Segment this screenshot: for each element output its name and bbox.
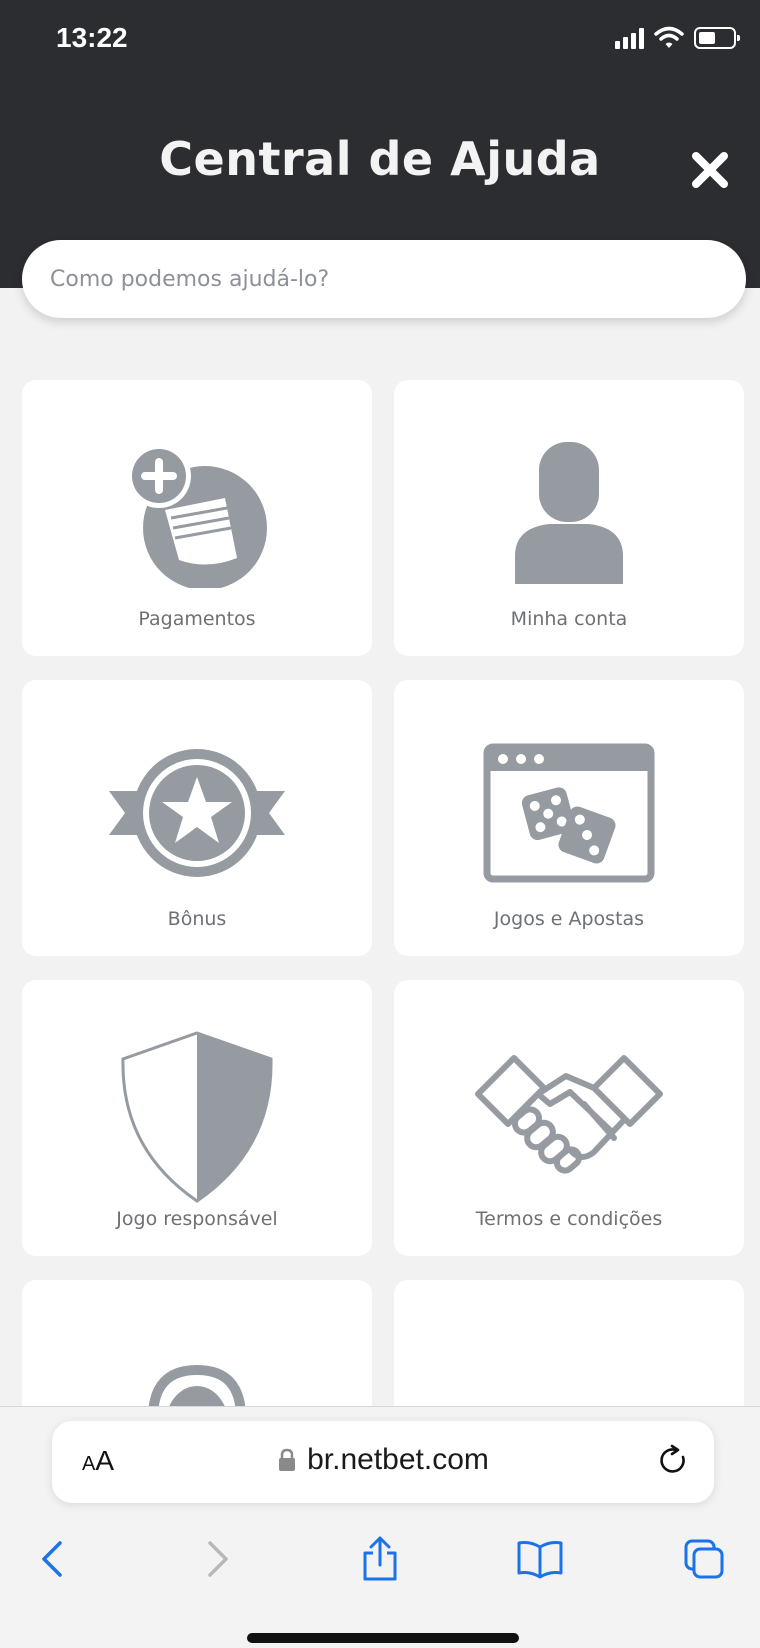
category-card-minha-conta[interactable]: Minha conta <box>394 380 744 656</box>
bookmarks-button[interactable] <box>512 1531 568 1587</box>
category-card-pagamentos[interactable]: Pagamentos <box>22 380 372 656</box>
browser-toolbar: AA br.netbet.com <box>0 1406 760 1648</box>
tabs-button[interactable] <box>676 1531 732 1587</box>
payments-icon <box>127 444 267 588</box>
chevron-right-icon <box>208 1541 228 1577</box>
category-label: Termos e condições <box>475 1208 663 1230</box>
shield-icon <box>121 1031 273 1203</box>
status-icons <box>615 26 740 50</box>
close-button[interactable] <box>688 148 732 192</box>
address-bar[interactable]: AA br.netbet.com <box>52 1421 714 1503</box>
category-label: Minha conta <box>510 608 628 630</box>
search-input[interactable] <box>22 240 746 318</box>
home-indicator <box>247 1633 519 1643</box>
tabs-icon <box>684 1539 724 1579</box>
status-time: 13:22 <box>56 22 128 53</box>
battery-icon <box>694 27 740 49</box>
cellular-signal-icon <box>615 27 644 49</box>
forward-button[interactable] <box>190 1531 246 1587</box>
lock-icon <box>279 1448 296 1471</box>
category-label: Jogo responsável <box>116 1208 278 1230</box>
chevron-left-icon <box>42 1541 62 1577</box>
close-icon <box>692 152 728 188</box>
dice-window-icon <box>483 743 655 883</box>
url-display[interactable]: br.netbet.com <box>52 1443 714 1477</box>
share-icon <box>363 1536 397 1581</box>
bonus-star-icon <box>109 749 285 877</box>
wifi-icon <box>654 26 684 48</box>
url-text: br.netbet.com <box>307 1443 489 1476</box>
book-icon <box>517 1541 563 1579</box>
page-title: Central de Ajuda <box>159 132 601 186</box>
share-button[interactable] <box>352 1531 408 1587</box>
category-label: Jogos e Apostas <box>493 908 645 930</box>
handshake-icon <box>475 1055 663 1174</box>
user-icon <box>515 442 623 584</box>
category-label: Pagamentos <box>138 608 256 630</box>
reload-icon <box>660 1444 685 1473</box>
reload-button[interactable] <box>656 1443 692 1479</box>
back-button[interactable] <box>24 1531 80 1587</box>
category-label: Bônus <box>167 908 227 930</box>
category-card-termos-e-condicoes[interactable]: Termos e condições <box>394 980 744 1256</box>
category-card-bonus[interactable]: Bônus <box>22 680 372 956</box>
category-card-jogos-e-apostas[interactable]: Jogos e Apostas <box>394 680 744 956</box>
category-card-jogo-responsavel[interactable]: Jogo responsável <box>22 980 372 1256</box>
